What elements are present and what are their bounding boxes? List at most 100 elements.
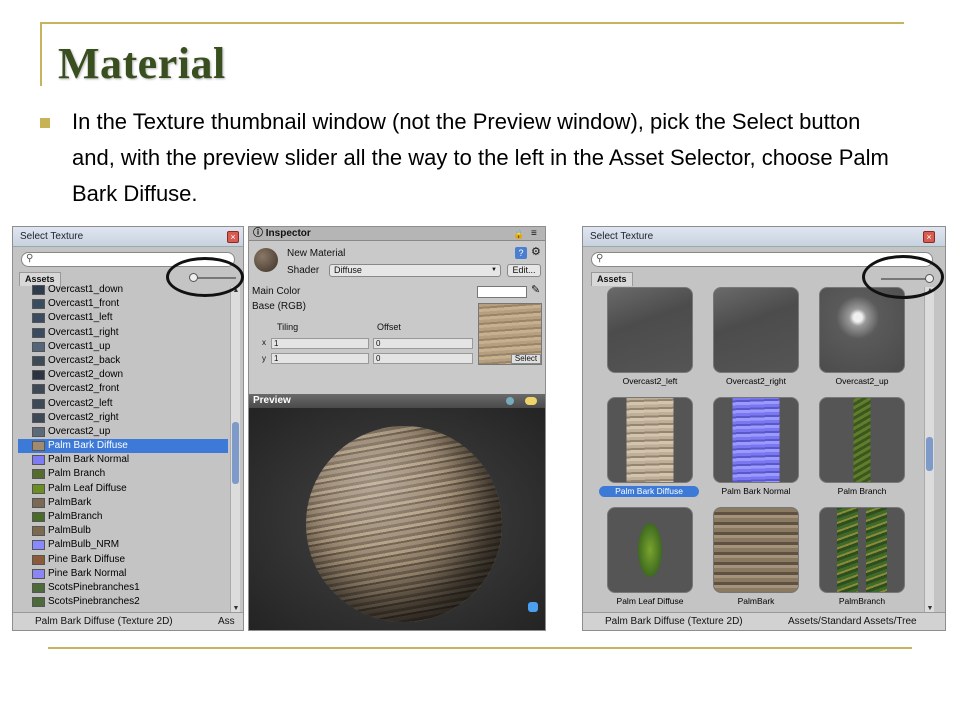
texture-thumbnail-image — [607, 287, 693, 373]
help-icon[interactable]: ? — [515, 247, 527, 259]
texture-thumbnail-image — [607, 397, 693, 483]
list-item[interactable]: PalmBulb_NRM — [18, 538, 228, 552]
list-item[interactable]: Overcast2_down — [18, 368, 228, 382]
list-item[interactable]: PalmBranch — [18, 510, 228, 524]
thumbnail-item[interactable]: Overcast2_right — [713, 287, 799, 391]
list-item-label: Palm Leaf Diffuse — [48, 482, 127, 494]
list-item[interactable]: Pine Bark Diffuse — [18, 553, 228, 567]
list-item[interactable]: Overcast2_left — [18, 397, 228, 411]
status-bar-grid: Palm Bark Diffuse (Texture 2D) Assets/St… — [583, 612, 945, 630]
list-item-label: Overcast2_down — [48, 369, 124, 381]
list-item[interactable]: Overcast1_up — [18, 340, 228, 354]
eyedropper-icon[interactable]: ✎ — [531, 283, 540, 296]
thumbnail-label: Palm Leaf Diffuse — [616, 596, 684, 606]
list-item[interactable]: ScotsPinebranches1 — [18, 581, 228, 595]
status-asset-name: Palm Bark Diffuse (Texture 2D) — [35, 616, 173, 627]
list-item[interactable]: Palm Bark Diffuse — [18, 439, 228, 454]
list-item-label: Palm Bark Normal — [48, 454, 130, 466]
thumbnail-label: Overcast2_up — [835, 376, 889, 386]
grid-scrollbar[interactable]: ▲ ▼ — [924, 287, 934, 612]
thumbnail-item[interactable]: Overcast2_up — [819, 287, 905, 391]
preview-viewport[interactable] — [249, 408, 545, 630]
tab-assets-grid[interactable]: Assets — [591, 272, 633, 286]
texture-swatch-icon — [32, 597, 45, 608]
search-icon: ⚲ — [596, 253, 604, 264]
list-item-label: PalmBranch — [48, 511, 103, 522]
preview-toggle-icon[interactable] — [528, 602, 538, 612]
thumbnail-item[interactable]: Palm Branch — [819, 397, 905, 501]
list-item[interactable]: Overcast2_front — [18, 382, 228, 396]
gear-icon[interactable]: ⚙ — [531, 245, 541, 258]
list-item[interactable]: Palm Bark Normal — [18, 453, 228, 467]
texture-swatch-icon — [32, 313, 45, 324]
scroll-down-arrow[interactable]: ▼ — [231, 605, 241, 612]
list-item[interactable]: Palm Branch — [18, 467, 228, 481]
preview-sphere-icon[interactable] — [506, 397, 514, 405]
list-item-label: Overcast2_right — [48, 411, 119, 423]
highlight-circle-left — [166, 257, 244, 297]
close-icon[interactable]: × — [227, 231, 239, 243]
x-label: x — [262, 338, 266, 347]
slide-title: Material — [58, 39, 226, 88]
thumbnail-item[interactable]: Palm Bark Diffuse — [599, 397, 699, 501]
thumbnail-label: Overcast2_left — [622, 376, 678, 386]
thumbnail-item[interactable]: Palm Bark Normal — [713, 397, 799, 501]
list-item[interactable]: PalmBulb — [18, 524, 228, 538]
lock-icon[interactable]: 🔒 — [513, 229, 524, 240]
info-icon: ⓘ — [253, 228, 266, 239]
preview-light-icon[interactable] — [525, 397, 537, 405]
texture-swatch-icon — [32, 341, 45, 352]
list-item[interactable]: Overcast1_right — [18, 326, 228, 340]
list-item[interactable]: Overcast2_back — [18, 354, 228, 368]
texture-thumbnail-image — [607, 507, 693, 593]
list-item-label: ScotsPinebranches1 — [48, 581, 140, 593]
texture-swatch-icon — [32, 483, 45, 494]
scrollbar-thumb[interactable] — [926, 437, 933, 471]
list-item-label: Overcast2_back — [48, 354, 121, 366]
list-scrollbar[interactable]: ▲ ▼ — [230, 287, 240, 612]
thumbnail-item[interactable]: Overcast2_left — [607, 287, 693, 391]
shader-dropdown[interactable]: Diffuse ▼ — [329, 264, 501, 277]
scrollbar-thumb[interactable] — [232, 422, 239, 484]
material-sphere-icon — [254, 248, 278, 272]
list-item[interactable]: Pine Bark Normal — [18, 567, 228, 581]
texture-swatch-icon — [32, 512, 45, 522]
texture-thumbnail-image — [713, 287, 799, 373]
thumbnail-label: PalmBranch — [838, 596, 886, 606]
tiling-x-field[interactable]: 1 — [271, 338, 369, 349]
tiling-y-field[interactable]: 1 — [271, 353, 369, 364]
list-item[interactable]: PalmBark — [18, 496, 228, 510]
scroll-down-arrow[interactable]: ▼ — [925, 605, 935, 612]
list-item-label: Overcast2_left — [48, 397, 113, 409]
list-item-label: PalmBulb_NRM — [48, 539, 120, 551]
list-item-label: ScotsPinebranches2 — [48, 596, 140, 608]
thumbnail-item[interactable]: PalmBark — [713, 507, 799, 611]
inspector-tab[interactable]: ⓘ Inspector — [249, 227, 545, 241]
texture-swatch-icon — [32, 370, 45, 381]
panel-title-grid: Select Texture — [583, 227, 945, 247]
status-bar: Palm Bark Diffuse (Texture 2D) Ass — [13, 612, 243, 630]
texture-swatch-icon — [32, 469, 45, 480]
list-item[interactable]: Overcast1_front — [18, 297, 228, 311]
thumbnail-label: Palm Branch — [837, 486, 887, 496]
list-item[interactable]: Overcast2_up — [18, 425, 228, 439]
list-item[interactable]: Overcast2_right — [18, 411, 228, 425]
select-button[interactable]: Select — [511, 354, 541, 364]
list-item[interactable]: ScotsPinebranches2 — [18, 595, 228, 609]
list-item[interactable]: Palm Leaf Diffuse — [18, 482, 228, 496]
status-asset-path: Ass — [218, 616, 235, 627]
edit-button[interactable]: Edit... — [507, 264, 541, 277]
list-item[interactable]: Overcast1_left — [18, 311, 228, 325]
texture-swatch-icon — [32, 568, 45, 579]
main-color-swatch[interactable] — [477, 286, 527, 298]
thumbnail-item[interactable]: Palm Leaf Diffuse — [607, 507, 693, 611]
offset-y-field[interactable]: 0 — [373, 353, 473, 364]
menu-icon[interactable]: ≡ — [531, 228, 537, 239]
title-rule-top — [40, 22, 904, 24]
texture-thumbnail[interactable]: Select — [478, 303, 542, 365]
thumbnail-label: Overcast2_right — [726, 376, 786, 386]
texture-swatch-icon — [32, 540, 45, 551]
offset-x-field[interactable]: 0 — [373, 338, 473, 349]
thumbnail-item[interactable]: PalmBranch — [819, 507, 905, 611]
close-icon[interactable]: × — [923, 231, 935, 243]
